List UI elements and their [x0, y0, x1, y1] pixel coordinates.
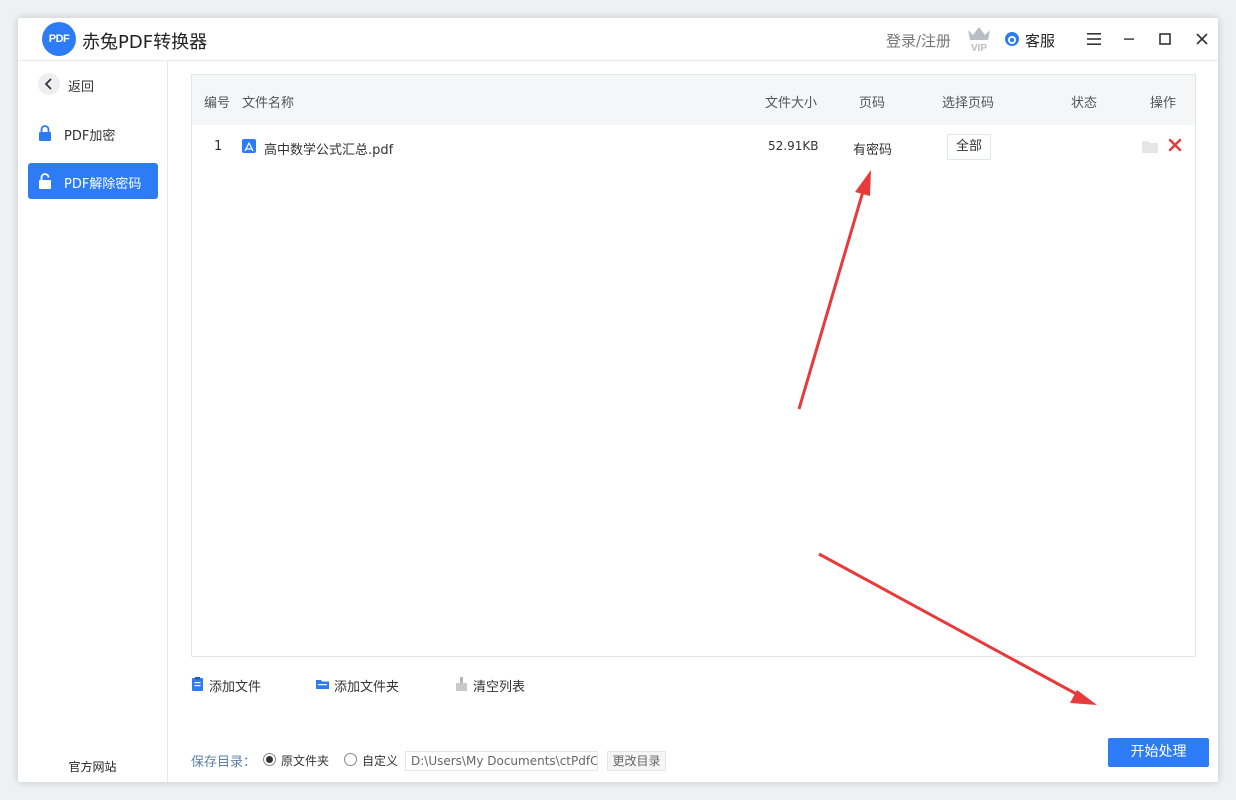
table-header: 编号 文件名称 文件大小 页码 选择页码 状态 操作: [192, 75, 1195, 125]
clear-list-label: 清空列表: [473, 680, 526, 695]
save-path-input[interactable]: D:\Users\My Documents\ctPdfCon: [405, 751, 598, 771]
row-pages: 有密码: [853, 143, 893, 158]
table-row[interactable]: 1 高中数学公式汇总.pdf 52.91KB 有密码 全部: [192, 125, 1195, 169]
radio-original-folder[interactable]: [263, 753, 276, 766]
save-directory-label: 保存目录：: [191, 755, 257, 770]
pdf-file-icon: [242, 139, 256, 153]
row-index: 1: [214, 139, 223, 154]
file-table: 编号 文件名称 文件大小 页码 选择页码 状态 操作 1 高中数学公式汇总.pd…: [191, 74, 1196, 657]
radio-original-folder-label: 原文件夹: [281, 754, 330, 768]
menu-icon[interactable]: [1085, 30, 1103, 48]
back-arrow-icon: [38, 73, 60, 95]
header-status: 状态: [1071, 96, 1098, 111]
header-index: 编号: [204, 96, 231, 111]
row-file-name: 高中数学公式汇总.pdf: [264, 143, 394, 158]
minimize-icon[interactable]: [1120, 30, 1138, 48]
add-file-icon: [192, 677, 203, 691]
back-label: 返回: [68, 80, 95, 95]
official-website-link[interactable]: 官方网站: [18, 758, 167, 775]
select-pages-button[interactable]: 全部: [947, 134, 991, 160]
unlock-icon: [39, 173, 51, 189]
header-size: 文件大小: [765, 96, 818, 111]
sidebar-item-pdf-remove-password[interactable]: PDF解除密码: [28, 163, 158, 199]
customer-service-button[interactable]: 客服: [1025, 30, 1055, 51]
header-pages: 页码: [859, 96, 886, 111]
vip-text: VIP: [971, 43, 987, 54]
close-icon[interactable]: [1193, 30, 1211, 48]
delete-icon[interactable]: [1168, 138, 1182, 152]
sidebar-item-label: PDF加密: [64, 129, 116, 144]
header-actions: 操作: [1150, 96, 1177, 111]
radio-custom-folder-label: 自定义: [362, 754, 399, 768]
login-register-link[interactable]: 登录/注册: [886, 30, 951, 51]
vip-crown-icon[interactable]: VIP: [966, 24, 992, 54]
maximize-icon[interactable]: [1156, 30, 1174, 48]
lock-icon: [39, 125, 51, 141]
add-folder-icon: [316, 680, 329, 689]
start-process-button[interactable]: 开始处理: [1108, 738, 1209, 767]
sidebar-item-pdf-encrypt[interactable]: PDF加密: [28, 115, 158, 151]
app-window: PDF 赤兔PDF转换器 登录/注册 VIP 客服 返回 PDF加密 PDF解除…: [18, 18, 1218, 782]
app-logo-icon: PDF: [42, 22, 76, 56]
open-folder-icon[interactable]: [1142, 140, 1158, 153]
header-select-pages: 选择页码: [942, 96, 995, 111]
row-file-size: 52.91KB: [768, 139, 819, 153]
add-folder-label: 添加文件夹: [334, 680, 400, 695]
broom-icon: [456, 677, 467, 691]
header-name: 文件名称: [242, 96, 295, 111]
change-directory-button[interactable]: 更改目录: [607, 751, 666, 771]
add-file-label: 添加文件: [209, 680, 262, 695]
sidebar-item-label: PDF解除密码: [64, 177, 142, 192]
radio-custom-folder[interactable]: [344, 753, 357, 766]
customer-service-icon[interactable]: [1004, 31, 1020, 47]
title-bar: PDF 赤兔PDF转换器 登录/注册 VIP 客服: [18, 18, 1218, 61]
sidebar: 返回 PDF加密 PDF解除密码 官方网站: [18, 61, 168, 782]
app-title: 赤兔PDF转换器: [82, 32, 208, 53]
